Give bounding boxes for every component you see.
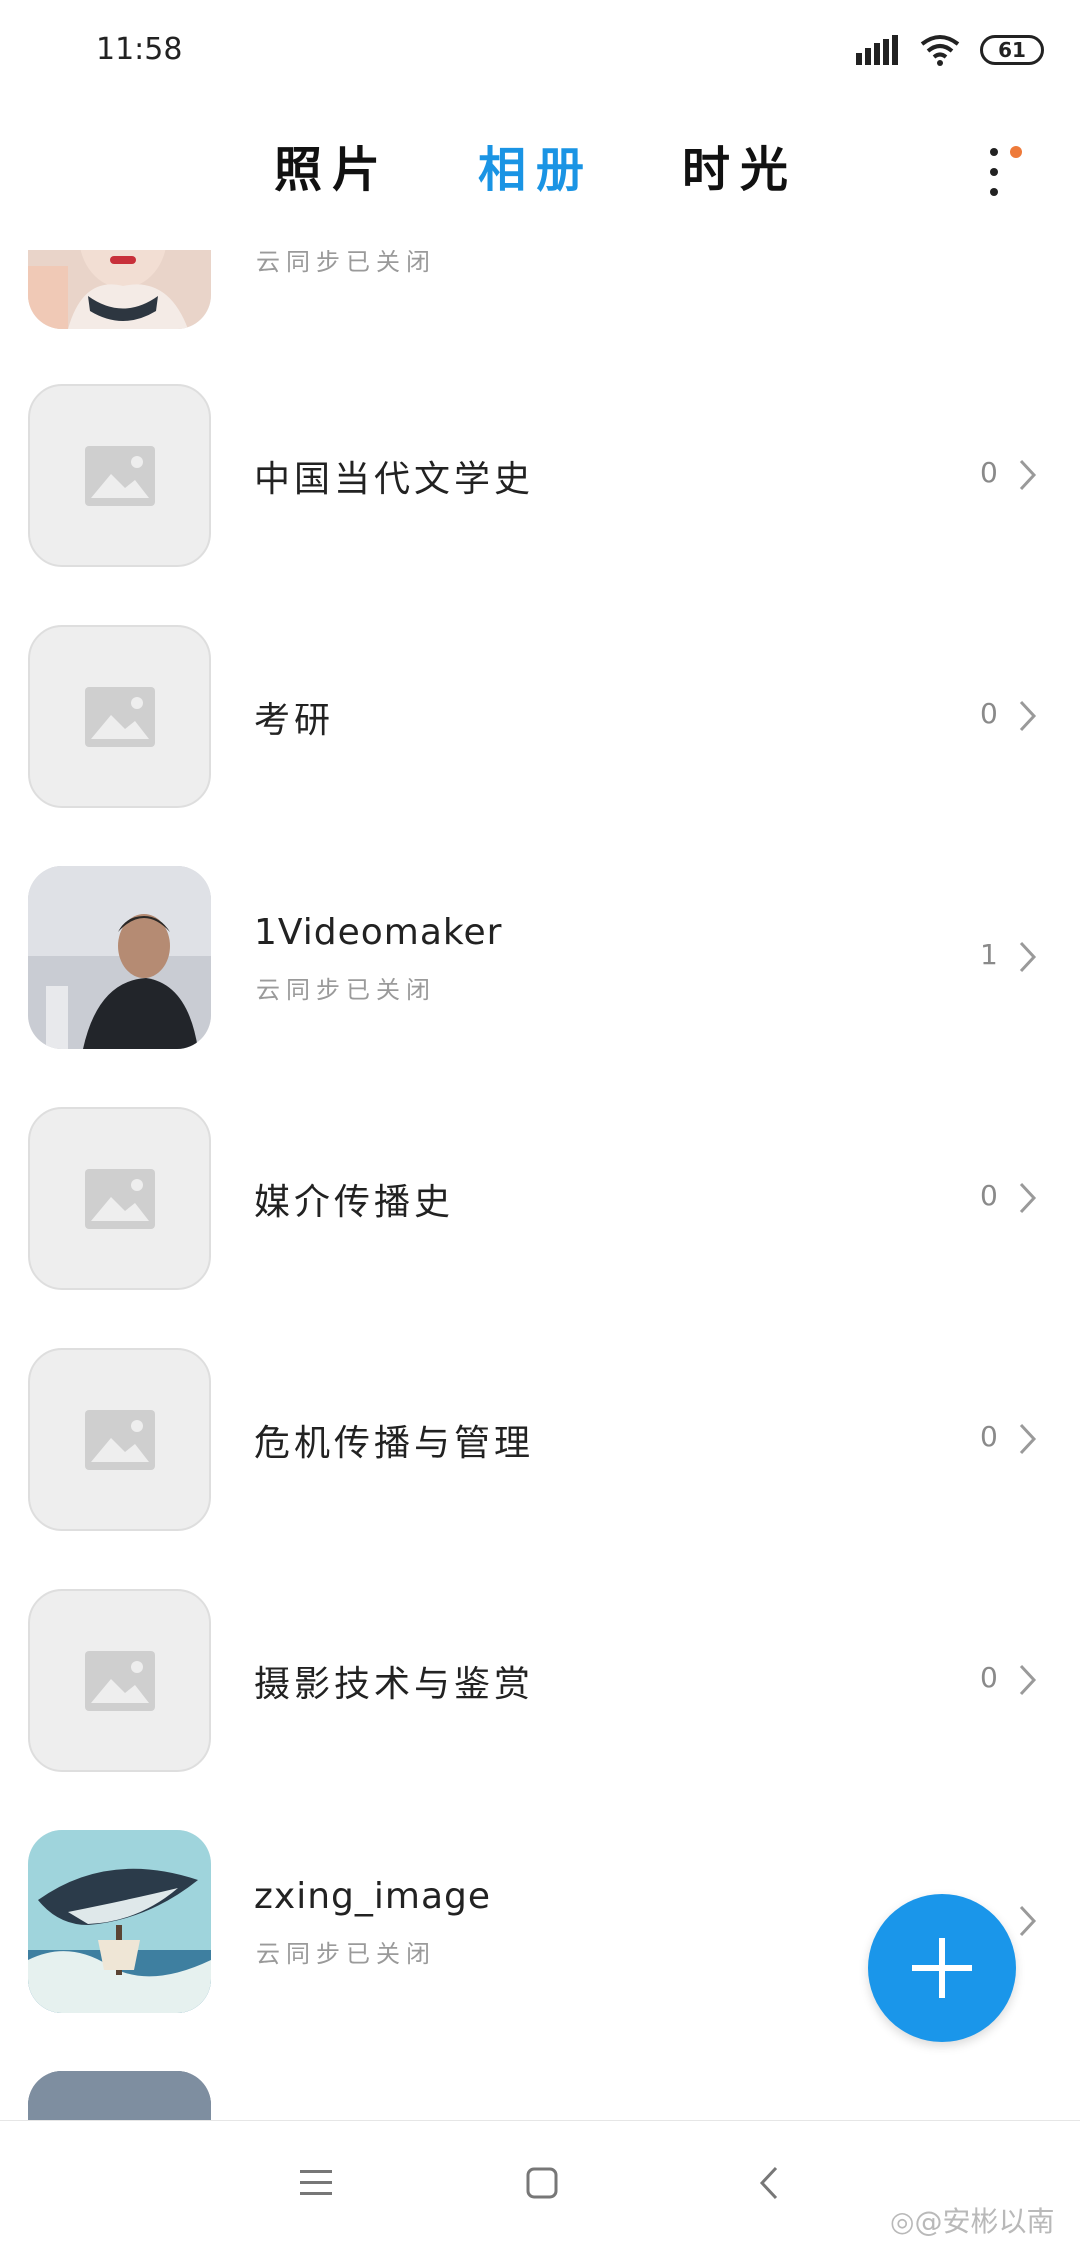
album-count: 1 <box>980 938 998 971</box>
album-row[interactable]: 媒介传播史 0 <box>0 1107 1080 1291</box>
album-subtitle: 云同步已关闭 <box>256 1940 436 1968</box>
more-vertical-icon-dot <box>990 168 998 176</box>
status-bar: 11:58 61 <box>0 0 1080 100</box>
signal-icon <box>856 35 898 65</box>
image-placeholder-icon <box>85 1169 155 1229</box>
album-name: zxing_image <box>254 1876 492 1917</box>
album-count: 0 <box>980 1661 998 1694</box>
chevron-right-icon <box>1019 1664 1037 1696</box>
album-name: 中国当代文学史 <box>254 459 535 500</box>
album-row[interactable]: 中国当代文学史 0 <box>0 384 1080 568</box>
album-subtitle: 云同步已关闭 <box>256 250 436 276</box>
album-thumbnail <box>28 2071 211 2120</box>
album-count: 0 <box>980 697 998 730</box>
album-name: 考研 <box>254 700 335 741</box>
watermark: ◎@安彬以南 <box>890 2200 1054 2240</box>
plus-icon <box>912 1938 972 1998</box>
image-placeholder-icon <box>85 1651 155 1711</box>
tab-photos[interactable]: 照片 <box>274 130 390 200</box>
notification-dot <box>1010 146 1022 158</box>
album-count: 0 <box>980 1179 998 1212</box>
chevron-right-icon <box>1019 1905 1037 1937</box>
album-row[interactable]: 云同步已关闭 <box>0 250 1080 330</box>
album-thumbnail <box>28 384 211 567</box>
album-thumbnail <box>28 1348 211 1531</box>
wifi-icon <box>920 35 960 66</box>
album-subtitle: 云同步已关闭 <box>256 976 436 1004</box>
album-count: 0 <box>980 456 998 489</box>
album-thumbnail <box>28 250 211 329</box>
more-menu-button[interactable] <box>970 140 1030 210</box>
album-row[interactable]: 摄影技术与鉴赏 0 <box>0 1589 1080 1773</box>
album-row[interactable]: 1Videomaker 云同步已关闭 1 <box>0 866 1080 1050</box>
man-portrait-photo <box>28 866 211 1049</box>
image-placeholder-icon <box>85 1410 155 1470</box>
album-name: 危机传播与管理 <box>254 1423 535 1464</box>
chevron-right-icon <box>1019 1423 1037 1455</box>
chevron-right-icon <box>1019 1182 1037 1214</box>
more-vertical-icon-dot <box>990 188 998 196</box>
album-count: 0 <box>980 1420 998 1453</box>
image-placeholder-icon <box>85 687 155 747</box>
album-thumbnail <box>28 866 211 1049</box>
battery-level: 61 <box>998 38 1026 62</box>
album-list[interactable]: 云同步已关闭 中国当代文学史 0 考研 0 1Videomaker 云同步已关闭… <box>0 250 1080 2120</box>
top-tabs: 照片 相册 时光 <box>0 130 1080 210</box>
album-name: 摄影技术与鉴赏 <box>254 1664 535 1705</box>
menu-icon[interactable] <box>298 2165 334 2201</box>
album-thumbnail <box>28 1107 211 1290</box>
whale-ship-photo <box>28 1830 211 2013</box>
weibo-icon: ◎ <box>890 2205 915 2238</box>
status-icons: 61 <box>856 26 1044 74</box>
tab-moments[interactable]: 时光 <box>682 130 798 200</box>
chevron-right-icon <box>1019 459 1037 491</box>
landscape-photo <box>28 2071 211 2120</box>
person-photo <box>28 250 211 329</box>
tab-albums[interactable]: 相册 <box>478 130 594 200</box>
album-thumbnail <box>28 1589 211 1772</box>
album-thumbnail <box>28 1830 211 2013</box>
album-row[interactable]: 危机传播与管理 0 <box>0 1348 1080 1532</box>
battery-icon: 61 <box>980 35 1044 65</box>
status-time: 11:58 <box>96 32 183 67</box>
watermark-text: @安彬以南 <box>914 2205 1055 2238</box>
image-placeholder-icon <box>85 446 155 506</box>
album-thumbnail <box>28 625 211 808</box>
album-row[interactable]: 考研 0 <box>0 625 1080 809</box>
back-icon[interactable] <box>752 2165 788 2201</box>
home-icon[interactable] <box>524 2165 560 2201</box>
more-vertical-icon <box>990 148 998 156</box>
add-album-button[interactable] <box>868 1894 1016 2042</box>
chevron-right-icon <box>1019 941 1037 973</box>
album-name: 1Videomaker <box>254 912 503 953</box>
chevron-right-icon <box>1019 700 1037 732</box>
album-row[interactable] <box>0 2071 1080 2120</box>
album-name: 媒介传播史 <box>254 1182 455 1223</box>
